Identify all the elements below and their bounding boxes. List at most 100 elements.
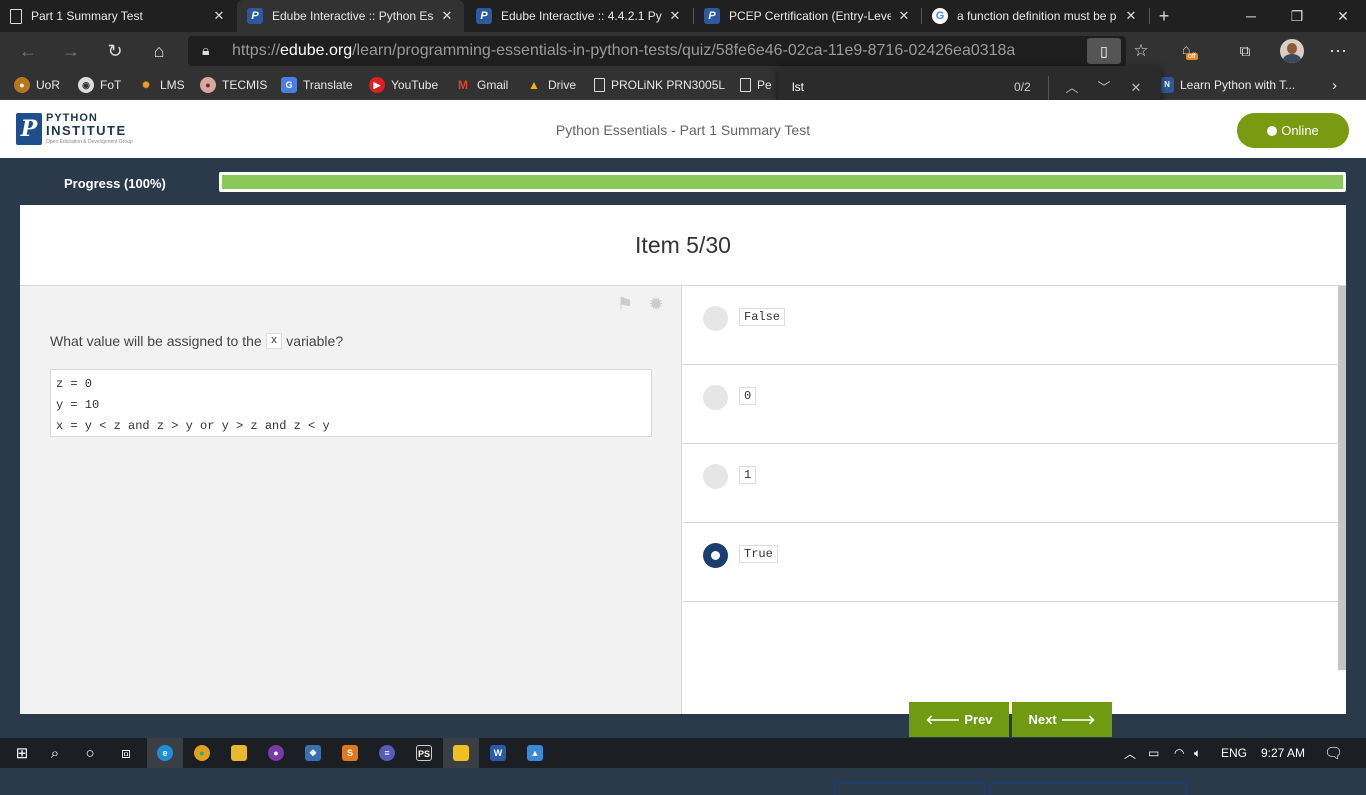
bug-icon[interactable]: ✹ <box>645 294 667 316</box>
notifications-icon[interactable]: 🗨︎ <box>1324 738 1343 768</box>
sublime-icon[interactable]: S <box>332 738 368 768</box>
close-icon[interactable]: ✕ <box>668 8 682 24</box>
python-institute-icon <box>704 8 720 24</box>
quiz-panel: Item 5/30 ⚑ ✹ What value will be assigne… <box>20 205 1346 795</box>
favorite-star-icon[interactable]: ☆ <box>1123 32 1159 70</box>
bookmark-gmail[interactable]: M Gmail <box>455 76 508 94</box>
progress-fill <box>222 175 1343 189</box>
bookmark-translate[interactable]: G Translate <box>281 76 353 94</box>
bookmark-tecmis[interactable]: ● TECMIS <box>200 76 267 94</box>
address-bar[interactable]: 🔒︎ https://edube.org/learn/programming-e… <box>188 36 1126 66</box>
forward-icon[interactable]: → <box>53 32 89 70</box>
bookmark-prolink[interactable]: PROLiNK PRN3005L <box>594 76 725 94</box>
url-scheme: https:// <box>232 42 281 59</box>
close-icon[interactable]: ✕ <box>1125 77 1147 99</box>
close-icon[interactable]: ✕ <box>212 8 226 24</box>
bookmark-youtube[interactable]: ▶ YouTube <box>369 76 438 94</box>
google-icon: G <box>932 8 948 24</box>
arrow-right-icon: 🡒︎ <box>1060 711 1096 727</box>
bookmark-uor[interactable]: ● UoR <box>14 76 60 94</box>
tab-edube-essentials[interactable]: Edube Interactive :: Python Ess ✕ <box>237 0 464 32</box>
tab-google-search[interactable]: G a function definition must be p ✕ <box>922 0 1148 32</box>
close-icon[interactable]: ✕ <box>1124 8 1138 24</box>
home-icon[interactable]: ⌂ <box>141 32 177 70</box>
clock[interactable]: 9:27 AM <box>1261 738 1305 768</box>
new-tab-button[interactable]: + <box>1148 0 1180 32</box>
radio-button[interactable] <box>703 306 728 331</box>
wifi-icon[interactable]: ◠ <box>1174 738 1184 768</box>
bookmark-lms[interactable]: ✺ LMS <box>138 76 184 94</box>
cortana-icon[interactable]: ○ <box>72 738 108 768</box>
answer-option-1[interactable]: 1 <box>683 444 1338 523</box>
prev-button[interactable]: 🡐︎ Prev <box>909 702 1009 737</box>
python-institute-icon <box>247 8 263 24</box>
answer-pane: False 0 1 True 🡐︎ Prev Next 🡒︎ <box>683 286 1338 795</box>
windows-start-icon[interactable]: ⊞ <box>4 738 40 768</box>
minimize-icon[interactable]: ─ <box>1228 0 1274 32</box>
tab-edube-4421[interactable]: Edube Interactive :: 4.4.2.1 Pyth ✕ <box>466 0 692 32</box>
scrollbar[interactable] <box>1338 286 1346 670</box>
answer-option-true[interactable]: True <box>683 523 1338 602</box>
option-label: False <box>739 308 786 326</box>
file-explorer-icon[interactable] <box>221 738 257 768</box>
profile-avatar[interactable] <box>1274 32 1310 70</box>
photos-icon[interactable]: ▲ <box>517 738 553 768</box>
radio-button[interactable] <box>703 543 728 568</box>
search-icon[interactable]: ⌕ <box>37 738 73 768</box>
close-icon[interactable]: ✕ <box>440 8 454 24</box>
partial-button[interactable] <box>833 782 986 795</box>
language-indicator[interactable]: ENG <box>1221 738 1247 768</box>
bookmarks-bar: ● UoR ◉ FoT ✺ LMS ● TECMIS G Translate ▶ YouTu… <box>0 70 1366 100</box>
collections-icon[interactable]: ⧉ <box>1227 32 1263 70</box>
tab-part1-summary[interactable]: Part 1 Summary Test ✕ <box>0 0 236 32</box>
photoshop-icon[interactable]: PS <box>406 738 442 768</box>
restore-icon[interactable]: ❐ <box>1274 0 1320 32</box>
more-menu-icon[interactable]: ⋯ <box>1320 32 1356 70</box>
extension-icon[interactable]: ⌂ off <box>1172 32 1208 70</box>
battery-icon[interactable]: ▭ <box>1148 738 1159 768</box>
windows-taskbar: ⊞ ⌕ ○ ⧈ e ● ● ❖ S ≡ PS W ▲ ︿ ▭ ◠ 🔈︎ ENG … <box>0 738 1366 768</box>
reading-view-icon[interactable]: ▯ <box>1087 38 1121 64</box>
sticky-notes-icon[interactable] <box>443 738 479 768</box>
code-line: z = 0 <box>56 377 93 391</box>
answer-option-false[interactable]: False <box>683 286 1338 365</box>
volume-icon[interactable]: 🔈︎ <box>1194 738 1201 768</box>
find-match-count: 0/2 <box>1014 80 1031 94</box>
task-view-icon[interactable]: ⧈ <box>108 738 144 768</box>
bookmark-pe[interactable]: Pe <box>740 76 772 94</box>
browser-tab-strip: Part 1 Summary Test ✕ Edube Interactive … <box>0 0 1366 32</box>
edge-icon[interactable]: e <box>147 738 183 768</box>
refresh-icon[interactable]: ↻ <box>97 32 133 70</box>
bookmark-learn-python[interactable]: N Learn Python with T... <box>1160 76 1295 94</box>
show-hidden-icons[interactable]: ︿ <box>1124 738 1136 768</box>
tab-pcep-certification[interactable]: PCEP Certification (Entry-Level ✕ <box>694 0 921 32</box>
python-idle-icon[interactable]: ❖ <box>295 738 331 768</box>
radio-button[interactable] <box>703 385 728 410</box>
answer-option-0[interactable]: 0 <box>683 365 1338 444</box>
chevron-down-icon[interactable]: ﹀ <box>1093 77 1115 99</box>
find-input[interactable]: lst <box>792 80 804 94</box>
chevron-up-icon[interactable]: ︿ <box>1061 77 1083 99</box>
lock-icon: 🔒︎ <box>202 42 210 58</box>
bookmark-drive[interactable]: ▲ Drive <box>526 76 576 94</box>
next-button[interactable]: Next 🡒︎ <box>1012 702 1112 737</box>
close-icon[interactable]: ✕ <box>897 8 911 24</box>
app-purple-icon[interactable]: ● <box>258 738 294 768</box>
option-label: 1 <box>739 466 757 484</box>
chrome-icon[interactable]: ● <box>184 738 220 768</box>
online-status-button[interactable]: Online <box>1237 113 1349 148</box>
option-label: 0 <box>739 387 757 405</box>
python-institute-icon <box>476 8 492 24</box>
back-icon[interactable]: ← <box>10 32 46 70</box>
question-pane: ⚑ ✹ What value will be assigned to the x… <box>20 286 682 714</box>
bookmark-fot[interactable]: ◉ FoT <box>78 76 121 94</box>
flag-icon[interactable]: ⚑ <box>614 294 636 316</box>
app-stack-icon[interactable]: ≡ <box>369 738 405 768</box>
radio-button[interactable] <box>703 464 728 489</box>
code-line: x = y < z and z > y or y > z and z < y <box>56 419 330 433</box>
partial-button[interactable] <box>989 782 1188 795</box>
browser-toolbar: ← → ↻ ⌂ 🔒︎ https://edube.org/learn/progr… <box>0 32 1366 70</box>
window-close-icon[interactable]: ✕ <box>1320 0 1366 32</box>
word-icon[interactable]: W <box>480 738 516 768</box>
chevron-right-icon[interactable]: › <box>1332 76 1337 94</box>
